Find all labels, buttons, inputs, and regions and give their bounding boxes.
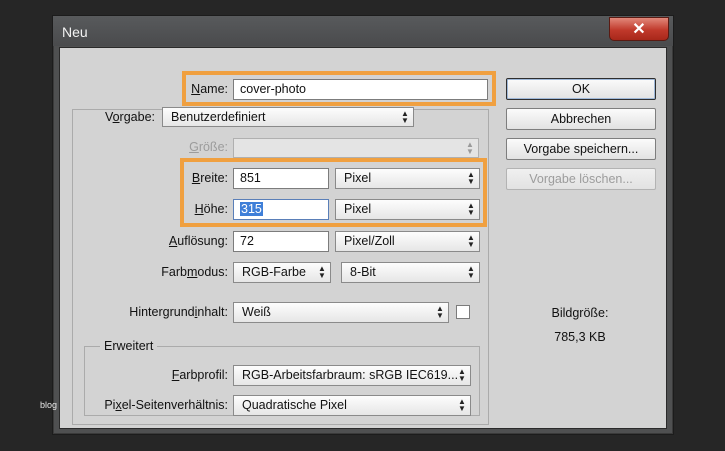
background-contents-label: Hintergrundinhalt: (129, 305, 228, 319)
up-down-arrows-icon: ▲ ▼ (467, 264, 475, 280)
ok-button[interactable]: OK (506, 78, 656, 100)
up-down-arrows-icon: ▲ ▼ (401, 109, 409, 125)
resolution-input[interactable]: 72 (233, 231, 329, 252)
name-highlight-box (182, 71, 496, 106)
color-mode-value: RGB-Farbe (242, 265, 306, 279)
color-mode-select[interactable]: RGB-Farbe ▲ ▼ (233, 262, 331, 283)
delete-preset-button[interactable]: Vorgabe löschen... (506, 168, 656, 190)
color-profile-value: RGB-Arbeitsfarbraum: sRGB IEC619... (242, 368, 459, 382)
close-icon: ✕ (632, 21, 646, 38)
up-down-arrows-icon: ▲ ▼ (458, 397, 466, 413)
color-profile-select[interactable]: RGB-Arbeitsfarbraum: sRGB IEC619... ▲ ▼ (233, 365, 471, 386)
pixel-aspect-ratio-value: Quadratische Pixel (242, 398, 347, 412)
close-button[interactable]: ✕ (609, 17, 669, 41)
up-down-arrows-icon: ▲ ▼ (466, 140, 474, 156)
resolution-unit-value: Pixel/Zoll (344, 234, 395, 248)
background-color-swatch[interactable] (456, 305, 470, 319)
cancel-button[interactable]: Abbrechen (506, 108, 656, 130)
window-title: Neu (62, 24, 88, 40)
resolution-label: Auflösung: (168, 234, 228, 248)
resolution-unit-select[interactable]: Pixel/Zoll ▲ ▼ (335, 231, 480, 252)
size-label: Größe: (189, 140, 228, 154)
up-down-arrows-icon: ▲ ▼ (318, 264, 326, 280)
image-size-value: 785,3 KB (554, 330, 606, 344)
color-mode-label: Farbmodus: (161, 265, 228, 279)
preset-value: Benutzerdefiniert (171, 110, 266, 124)
size-select[interactable]: ▲ ▼ (233, 138, 479, 158)
save-preset-button[interactable]: Vorgabe speichern... (506, 138, 656, 160)
advanced-group-title: Erweitert (100, 339, 158, 353)
color-profile-label: Farbprofil: (171, 368, 228, 382)
pixel-aspect-ratio-label: Pixel-Seitenverhältnis: (104, 398, 228, 412)
pixel-aspect-ratio-select[interactable]: Quadratische Pixel ▲ ▼ (233, 395, 471, 416)
dimensions-highlight-box (180, 158, 487, 227)
new-document-dialog: Neu ✕ Name: cover-photo Vorgabe: Benutze… (52, 15, 674, 435)
up-down-arrows-icon: ▲ ▼ (458, 367, 466, 383)
title-bar[interactable]: Neu ✕ (53, 16, 673, 46)
dialog-body: Name: cover-photo Vorgabe: Benutzerdefin… (59, 47, 667, 429)
preset-label: Vorgabe: (95, 110, 159, 124)
image-size-label: Bildgröße: (551, 306, 609, 320)
up-down-arrows-icon: ▲ ▼ (436, 304, 444, 320)
background-contents-value: Weiß (242, 305, 271, 319)
up-down-arrows-icon: ▲ ▼ (467, 233, 475, 249)
background-contents-select[interactable]: Weiß ▲ ▼ (233, 302, 449, 323)
bit-depth-value: 8-Bit (350, 265, 376, 279)
watermark-text: blog (40, 400, 58, 410)
bit-depth-select[interactable]: 8-Bit ▲ ▼ (341, 262, 480, 283)
preset-select[interactable]: Benutzerdefiniert ▲ ▼ (162, 107, 414, 127)
